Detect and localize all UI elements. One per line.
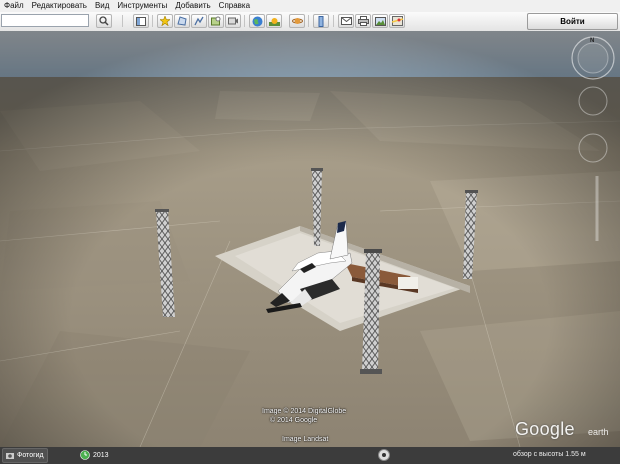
record-tour-button[interactable] — [225, 14, 241, 28]
menu-tools[interactable]: Инструменты — [113, 0, 171, 12]
clock-icon — [80, 450, 90, 460]
altitude-readout: обзор с высоты 1.55 м — [513, 451, 586, 458]
earth-button[interactable] — [249, 14, 265, 28]
imagery-year: 2013 — [93, 451, 109, 459]
earth-icon — [252, 16, 262, 26]
menu-bar: Файл Редактировать Вид Инструменты Добав… — [0, 0, 620, 12]
terrain-scene: N — [0, 31, 620, 447]
sunlight-button[interactable] — [266, 14, 282, 28]
path-icon — [194, 16, 204, 26]
planets-button[interactable] — [289, 14, 305, 28]
planets-icon — [291, 18, 303, 24]
polygon-icon — [177, 16, 187, 26]
add-placemark-button[interactable] — [157, 14, 173, 28]
login-button[interactable]: Войти — [527, 13, 618, 30]
photo-tour-label: Фотогид — [17, 452, 44, 459]
search-icon — [99, 16, 109, 26]
save-image-button[interactable] — [372, 14, 388, 28]
streaming-indicator — [378, 449, 390, 461]
search-button[interactable] — [96, 14, 112, 28]
ruler-button[interactable] — [313, 14, 329, 28]
email-icon — [340, 17, 352, 25]
sun-icon — [268, 18, 280, 26]
historical-imagery-indicator[interactable]: 2013 — [80, 450, 109, 460]
compass-north-label: N — [590, 38, 594, 44]
compass-ring[interactable]: N — [571, 36, 615, 80]
placemark-icon — [160, 16, 170, 26]
photo-tour-button[interactable]: Фотогид — [2, 448, 48, 463]
google-earth-logo-suffix: earth — [588, 427, 609, 437]
email-button[interactable] — [338, 14, 354, 28]
add-polygon-button[interactable] — [174, 14, 190, 28]
sidebar-icon — [136, 16, 146, 26]
earth-3d-view[interactable]: N Image © 2014 DigitalGlobe © 2014 Googl… — [0, 31, 620, 447]
print-button[interactable] — [355, 14, 371, 28]
maps-icon — [391, 16, 403, 26]
save-image-icon — [374, 17, 386, 26]
add-path-button[interactable] — [191, 14, 207, 28]
tour-icon — [228, 17, 238, 25]
menu-file[interactable]: Файл — [0, 0, 28, 12]
toolbar: Войти — [0, 12, 620, 32]
menu-help[interactable]: Справка — [215, 0, 254, 12]
status-bar: Фотогид 2013 обзор с высоты 1.55 м — [0, 447, 620, 464]
photo-tour-icon — [6, 453, 14, 459]
copyright-google: © 2014 Google — [270, 417, 318, 424]
copyright-landsat: Image Landsat — [282, 436, 329, 443]
copyright-digitalglobe: Image © 2014 DigitalGlobe — [262, 408, 347, 415]
menu-view[interactable]: Вид — [91, 0, 113, 12]
sidebar-toggle-button[interactable] — [133, 14, 149, 28]
menu-edit[interactable]: Редактировать — [28, 0, 91, 12]
google-maps-button[interactable] — [389, 14, 405, 28]
google-earth-logo: Google — [515, 419, 575, 439]
add-overlay-button[interactable] — [208, 14, 224, 28]
search-input[interactable] — [1, 14, 89, 27]
overlay-icon — [211, 16, 221, 26]
print-icon — [357, 16, 369, 26]
ruler-icon — [318, 15, 324, 27]
menu-add[interactable]: Добавить — [171, 0, 214, 12]
